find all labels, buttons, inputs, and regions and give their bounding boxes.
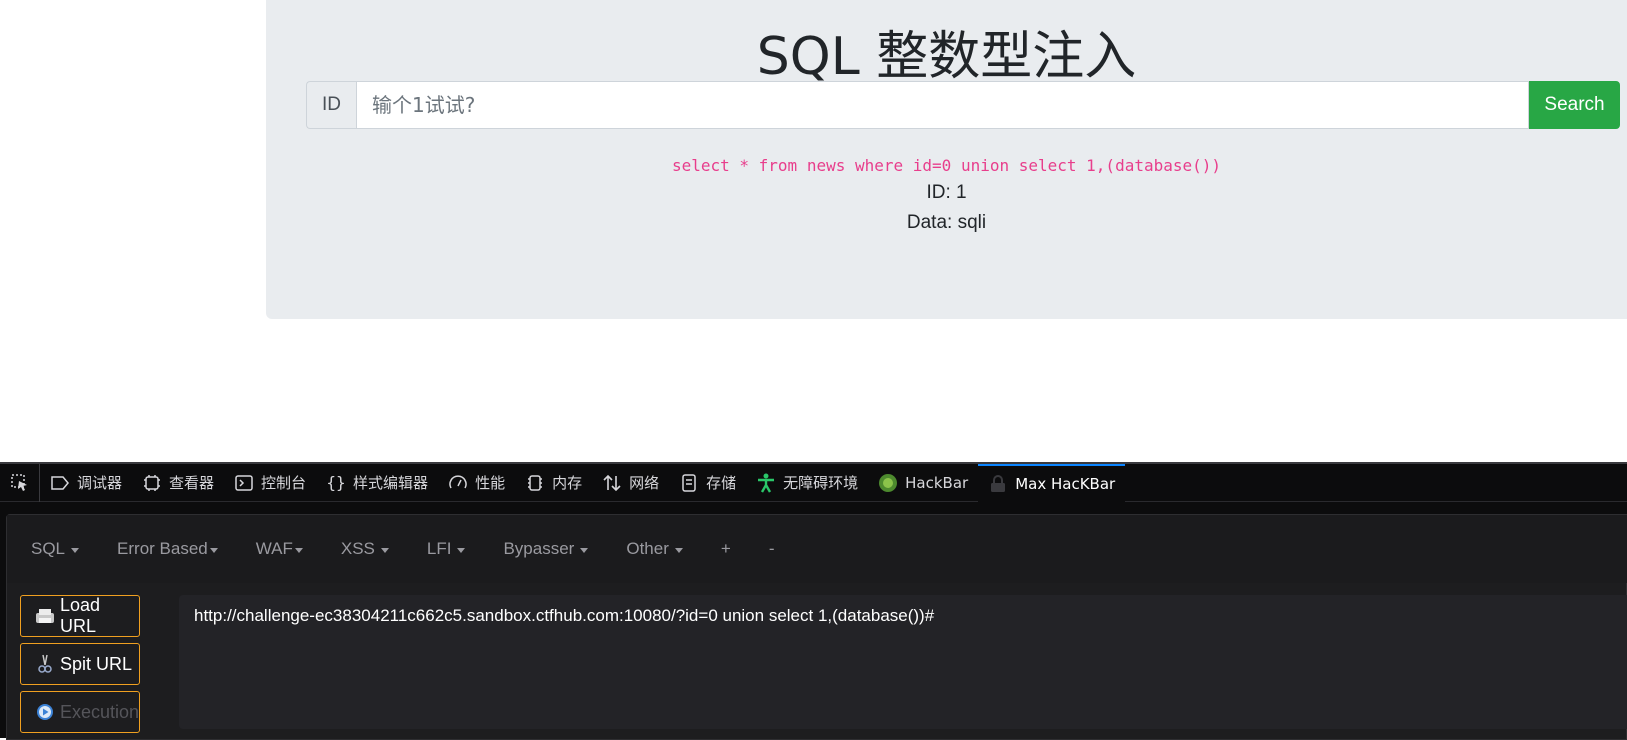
chevron-down-icon [209, 547, 218, 553]
menu-add[interactable]: + [721, 539, 731, 559]
tab-label: 性能 [475, 474, 506, 492]
search-form: ID Search [306, 81, 1620, 129]
tab-label: 无障碍环境 [783, 474, 859, 492]
devtools-panel: 调试器 查看器 控制台 {} 样式编辑器 性能 内存 网络 存储 无障碍环境 H… [0, 462, 1627, 740]
tab-label: 调试器 [77, 474, 123, 492]
chevron-down-icon [457, 547, 466, 553]
tab-label: 控制台 [261, 474, 307, 492]
menu-bypasser[interactable]: Bypasser [503, 539, 589, 559]
tab-memory[interactable]: 内存 [515, 464, 592, 502]
execution-button[interactable]: Execution [20, 691, 140, 733]
url-textarea[interactable]: http://challenge-ec38304211c662c5.sandbo… [179, 595, 1627, 729]
debugger-icon [50, 473, 70, 493]
play-icon [35, 702, 55, 722]
tab-network[interactable]: 网络 [592, 464, 669, 502]
web-page: SQL 整数型注入 ID Search select * from news w… [0, 0, 1627, 462]
accessibility-icon [756, 473, 776, 493]
query-result: select * from news where id=0 union sele… [266, 154, 1627, 238]
console-icon [234, 473, 254, 493]
menu-error-based[interactable]: Error Based [117, 539, 218, 559]
storage-icon [679, 473, 699, 493]
chevron-down-icon [380, 547, 389, 553]
result-id: ID: 1 [926, 182, 967, 203]
menu-xss[interactable]: XSS [341, 539, 389, 559]
style-editor-icon: {} [326, 473, 346, 492]
performance-icon [448, 473, 468, 493]
load-url-icon [35, 606, 55, 626]
page-title: SQL 整数型注入 [756, 27, 1137, 87]
tab-label: HackBar [905, 473, 969, 492]
hackbar-icon [878, 473, 898, 493]
chevron-down-icon [674, 547, 683, 553]
tab-hackbar[interactable]: HackBar [868, 464, 978, 502]
tab-performance[interactable]: 性能 [438, 464, 515, 502]
chevron-down-icon [71, 547, 80, 553]
tab-label: 网络 [629, 474, 660, 492]
hackbar-menu: SQL Error Based WAF XSS LFI Bypasser Oth… [7, 515, 1627, 583]
execution-label: Execution [59, 701, 139, 722]
menu-sql[interactable]: SQL [31, 539, 80, 559]
inspector-icon [142, 473, 162, 493]
max-hackbar-panel: SQL Error Based WAF XSS LFI Bypasser Oth… [6, 514, 1627, 740]
tab-style-editor[interactable]: {} 样式编辑器 [316, 464, 438, 502]
menu-waf[interactable]: WAF [256, 539, 303, 559]
tab-inspector[interactable]: 查看器 [132, 464, 224, 502]
lock-icon [988, 474, 1008, 494]
tab-accessibility[interactable]: 无障碍环境 [746, 464, 868, 502]
tab-label: 查看器 [169, 474, 215, 492]
jumbotron: SQL 整数型注入 ID Search select * from news w… [266, 0, 1627, 319]
chevron-down-icon [294, 547, 303, 553]
split-url-label: Spit URL [60, 653, 133, 674]
menu-lfi[interactable]: LFI [427, 539, 466, 559]
tab-label: Max HacKBar [1015, 474, 1116, 493]
chevron-down-icon [580, 547, 589, 553]
load-url-button[interactable]: Load URL [20, 595, 140, 637]
tab-max-hackbar[interactable]: Max HacKBar [978, 463, 1126, 502]
split-url-button[interactable]: Spit URL [20, 643, 140, 685]
tab-label: 内存 [552, 474, 583, 492]
menu-remove[interactable]: - [769, 539, 775, 559]
search-button[interactable]: Search [1529, 81, 1620, 129]
tab-debugger[interactable]: 调试器 [40, 464, 132, 502]
tab-label: 样式编辑器 [353, 474, 429, 492]
scissors-icon [35, 654, 55, 674]
tab-console[interactable]: 控制台 [224, 464, 316, 502]
load-url-label: Load URL [60, 595, 101, 636]
network-icon [602, 473, 622, 493]
devtools-tab-bar: 调试器 查看器 控制台 {} 样式编辑器 性能 内存 网络 存储 无障碍环境 H… [0, 463, 1627, 502]
hackbar-actions: Load URL Spit URL Execution [20, 595, 142, 739]
menu-other[interactable]: Other [626, 539, 683, 559]
sql-query-text: select * from news where id=0 union sele… [671, 156, 1222, 175]
id-input[interactable] [356, 81, 1529, 129]
tab-storage[interactable]: 存储 [669, 464, 746, 502]
memory-icon [525, 473, 545, 493]
element-picker-icon[interactable] [0, 463, 40, 502]
result-data: Data: sqli [906, 212, 987, 233]
id-label: ID [306, 81, 356, 129]
tab-label: 存储 [706, 474, 737, 492]
